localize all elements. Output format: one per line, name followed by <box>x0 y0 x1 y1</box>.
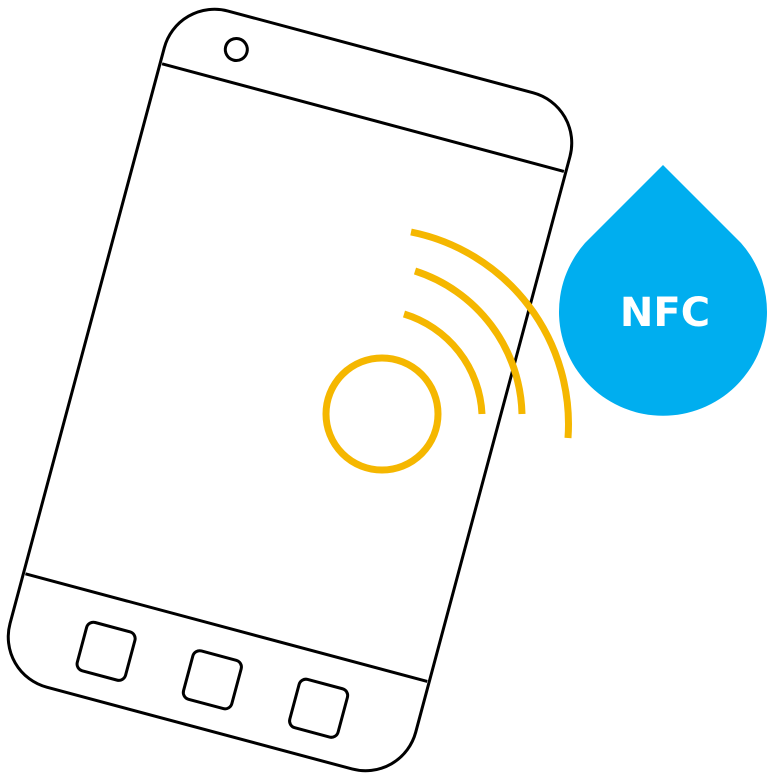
nfc-illustration: NFC <box>0 0 768 781</box>
phone-button-center <box>181 649 243 711</box>
phone-button-right <box>288 677 350 739</box>
nfc-drop-badge-icon: NFC <box>559 165 767 416</box>
nfc-illustration-canvas: NFC <box>6 7 767 773</box>
nfc-signal-icon <box>322 228 572 474</box>
phone-top-divider <box>161 62 565 173</box>
signal-source-circle <box>322 354 442 474</box>
camera-icon <box>223 36 249 62</box>
nfc-badge-label: NFC <box>620 290 710 336</box>
phone-icon <box>6 7 574 773</box>
phone-button-left <box>75 620 137 682</box>
signal-arc-inner <box>402 310 486 415</box>
phone-body <box>6 7 574 773</box>
